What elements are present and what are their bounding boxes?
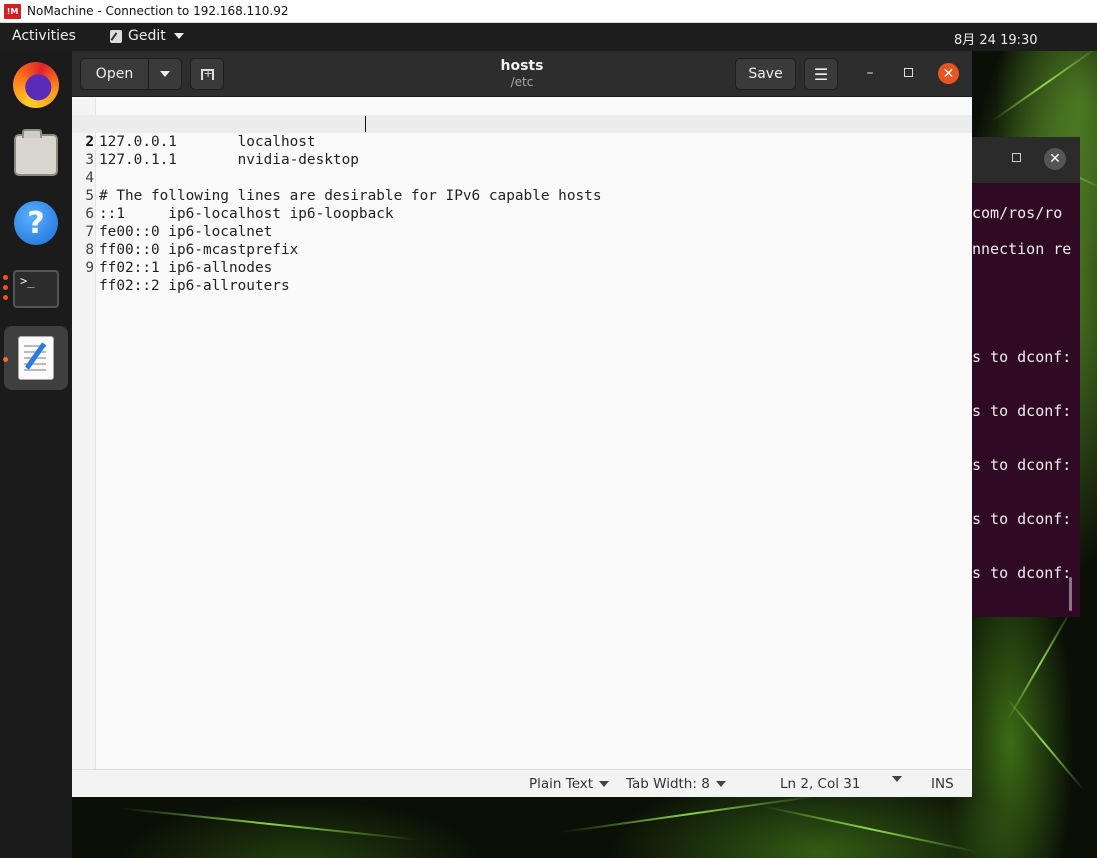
wallpaper-streak [1006, 607, 1074, 721]
cursor-position[interactable]: Ln 2, Col 31 [780, 776, 860, 792]
chevron-down-icon [892, 776, 902, 782]
insert-mode-label: INS [931, 776, 954, 792]
dock-item-terminal[interactable]: >_ [4, 257, 68, 321]
editor-line-current[interactable]: 2 127.0.1.1 nvidia-desktop [72, 115, 972, 168]
line-text: ff02::1 ip6-allnodes [99, 260, 273, 276]
chevron-down-icon [715, 781, 726, 787]
language-selector[interactable]: Plain Text [529, 776, 610, 792]
gedit-app-icon [110, 29, 122, 43]
terminal-headerbar: ✕ [972, 137, 1080, 183]
gedit-headerbar: Open hosts /etc Save ☰ – ✕ [72, 51, 972, 97]
wallpaper-streak [120, 807, 420, 841]
dock-item-help[interactable]: ? [4, 191, 68, 255]
editor-line[interactable]: 6 fe00::0 ip6-localnet [72, 187, 972, 240]
chevron-down-icon [599, 781, 610, 787]
activities-button[interactable]: Activities [12, 28, 76, 44]
hamburger-icon: ☰ [813, 64, 829, 84]
wallpaper-streak [762, 805, 978, 853]
top-panel: Activities Gedit 8月 24 19:30 [0, 23, 1097, 51]
new-tab-button[interactable] [190, 58, 224, 90]
terminal-line: com/ros/ro [972, 204, 1063, 222]
terminal-line: s to dconf: [972, 510, 1072, 528]
wallpaper-streak [1005, 697, 1085, 791]
position-menu-toggle[interactable] [892, 776, 902, 782]
wallpaper-streak [991, 45, 1097, 123]
editor-line[interactable]: 5 ::1 ip6-localhost ip6-loopback [72, 169, 972, 222]
minimize-icon[interactable]: – [863, 65, 877, 83]
dock-item-firefox[interactable] [4, 53, 68, 117]
dock: ? >_ [0, 51, 72, 858]
firefox-icon [13, 62, 59, 108]
line-number: 9 [85, 260, 94, 276]
terminal-line: s to dconf: [972, 564, 1072, 582]
document-path: /etc [510, 75, 534, 89]
gedit-window: Open hosts /etc Save ☰ – ✕ 1 127.0.0.1 l… [72, 51, 972, 797]
line-text: ff02::2 ip6-allrouters [99, 278, 290, 294]
clock[interactable]: 8月 24 19:30 [954, 29, 1038, 48]
wallpaper-streak [561, 794, 819, 834]
dock-item-files[interactable] [4, 123, 68, 187]
terminal-icon: >_ [13, 270, 59, 308]
editor-line[interactable]: 8 ff02::1 ip6-allnodes [72, 223, 972, 276]
maximize-icon[interactable] [904, 68, 913, 77]
editor-line[interactable]: 3 [72, 133, 972, 168]
editor-line[interactable]: 1 127.0.0.1 localhost [72, 97, 972, 150]
text-cursor [365, 116, 366, 132]
close-icon[interactable]: ✕ [938, 63, 959, 84]
tab-width-label: Tab Width: 8 [626, 776, 710, 792]
help-icon: ? [14, 201, 58, 245]
close-icon[interactable]: ✕ [1044, 148, 1066, 170]
save-button[interactable]: Save [735, 58, 796, 90]
open-recent-button[interactable] [148, 58, 182, 90]
status-bar: Plain Text Tab Width: 8 Ln 2, Col 31 INS [72, 769, 972, 797]
insert-mode-indicator[interactable]: INS [931, 776, 954, 792]
nomachine-logo-icon: !M [4, 3, 21, 19]
terminal-line: nnection re [972, 240, 1072, 258]
cursor-position-label: Ln 2, Col 31 [780, 776, 861, 792]
app-menu-label: Gedit [128, 28, 166, 44]
open-button[interactable]: Open [80, 58, 149, 90]
tab-width-selector[interactable]: Tab Width: 8 [626, 776, 726, 792]
app-menu[interactable]: Gedit [110, 28, 184, 44]
files-icon [14, 129, 58, 176]
terminal-line: s to dconf: [972, 348, 1072, 366]
document-title: hosts [500, 58, 544, 74]
editor-line[interactable]: 7 ff00::0 ip6-mcastprefix [72, 205, 972, 258]
language-label: Plain Text [529, 776, 594, 792]
terminal-scrollbar[interactable] [1069, 577, 1072, 611]
editor-line[interactable]: 4 # The following lines are desirable fo… [72, 151, 972, 204]
dock-item-text-editor[interactable] [4, 326, 68, 390]
text-editor-area[interactable]: 1 127.0.0.1 localhost 2 127.0.1.1 nvidia… [72, 97, 972, 769]
chevron-down-icon [160, 71, 170, 77]
background-terminal-window[interactable]: ✕ com/ros/ro nnection re s to dconf: s t… [972, 137, 1080, 617]
chevron-down-icon [173, 33, 184, 39]
new-tab-icon [200, 67, 214, 80]
terminal-line: s to dconf: [972, 402, 1072, 420]
gedit-icon [19, 337, 53, 379]
hamburger-menu-button[interactable]: ☰ [804, 58, 838, 90]
terminal-line: s to dconf: [972, 456, 1072, 474]
nomachine-titlebar: !M NoMachine - Connection to 192.168.110… [0, 0, 1097, 23]
editor-line[interactable]: 9 ff02::2 ip6-allrouters [72, 241, 972, 294]
nomachine-window-title: NoMachine - Connection to 192.168.110.92 [27, 4, 289, 18]
maximize-icon[interactable] [1012, 153, 1021, 162]
